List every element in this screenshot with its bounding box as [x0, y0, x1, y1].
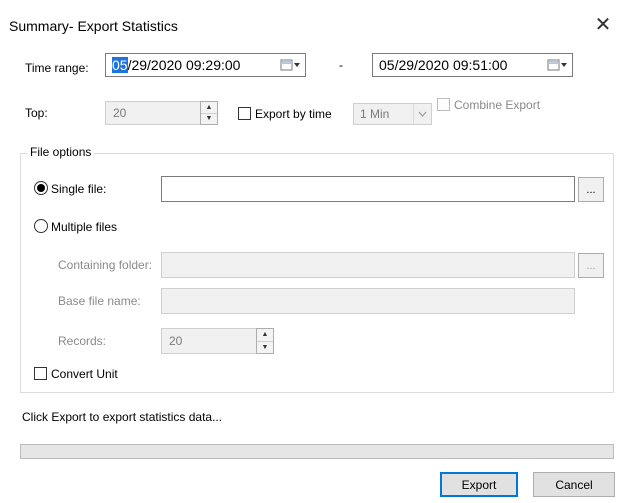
- single-file-browse-button[interactable]: ...: [578, 177, 604, 202]
- file-options-legend: File options: [27, 145, 95, 159]
- top-spinner[interactable]: ▲ ▼: [200, 101, 218, 125]
- spin-down-icon[interactable]: ▼: [257, 340, 273, 354]
- single-file-path-input[interactable]: [161, 176, 575, 202]
- start-month-selected: 05: [112, 57, 128, 73]
- export-progress-bar: [20, 444, 614, 459]
- end-datetime-value[interactable]: 05/29/2020 09:51:00: [373, 57, 544, 73]
- export-by-time-label: Export by time: [255, 107, 332, 121]
- multiple-files-label: Multiple files: [51, 220, 118, 234]
- close-icon[interactable]: ✕: [593, 15, 613, 35]
- chevron-down-icon[interactable]: [413, 104, 431, 124]
- export-button[interactable]: Export: [440, 472, 518, 497]
- export-by-time-checkbox[interactable]: [238, 107, 251, 120]
- interval-value: 1 Min: [360, 107, 390, 121]
- single-file-label: Single file:: [51, 182, 107, 196]
- start-datetime-value[interactable]: 05/29/2020 09:29:00: [106, 57, 277, 73]
- records-input[interactable]: 20: [161, 328, 257, 354]
- status-text: Click Export to export statistics data..…: [22, 410, 223, 424]
- records-spinner[interactable]: ▲ ▼: [256, 328, 274, 354]
- start-datetime-rest: /29/2020 09:29:00: [127, 57, 241, 73]
- containing-folder-label: Containing folder:: [58, 258, 153, 272]
- combine-export-checkbox[interactable]: [437, 98, 450, 111]
- time-range-label: Time range:: [25, 61, 89, 75]
- end-datetime-picker[interactable]: 05/29/2020 09:51:00: [372, 53, 573, 77]
- convert-unit-label: Convert Unit: [51, 367, 118, 381]
- end-calendar-icon[interactable]: [544, 54, 572, 76]
- spin-down-icon[interactable]: ▼: [201, 112, 217, 125]
- records-label: Records:: [58, 334, 107, 348]
- combine-export-label: Combine Export: [454, 98, 541, 112]
- containing-folder-input[interactable]: [161, 252, 575, 278]
- single-file-radio[interactable]: [34, 181, 48, 195]
- multiple-files-radio[interactable]: [34, 219, 48, 233]
- interval-select[interactable]: 1 Min: [353, 103, 432, 125]
- cancel-button[interactable]: Cancel: [533, 472, 615, 497]
- top-input[interactable]: 20: [105, 101, 201, 125]
- top-label: Top:: [25, 106, 48, 120]
- start-calendar-icon[interactable]: [277, 54, 305, 76]
- spin-up-icon[interactable]: ▲: [257, 329, 273, 341]
- radio-selected-dot: [37, 184, 45, 192]
- spin-up-icon[interactable]: ▲: [201, 102, 217, 113]
- dialog-title: Summary- Export Statistics: [9, 18, 178, 34]
- containing-folder-browse-button[interactable]: ...: [578, 253, 604, 278]
- base-file-name-input[interactable]: [161, 288, 575, 314]
- time-range-separator: -: [339, 58, 343, 72]
- start-datetime-picker[interactable]: 05/29/2020 09:29:00: [105, 53, 306, 77]
- convert-unit-checkbox[interactable]: [34, 367, 47, 380]
- base-file-name-label: Base file name:: [58, 294, 141, 308]
